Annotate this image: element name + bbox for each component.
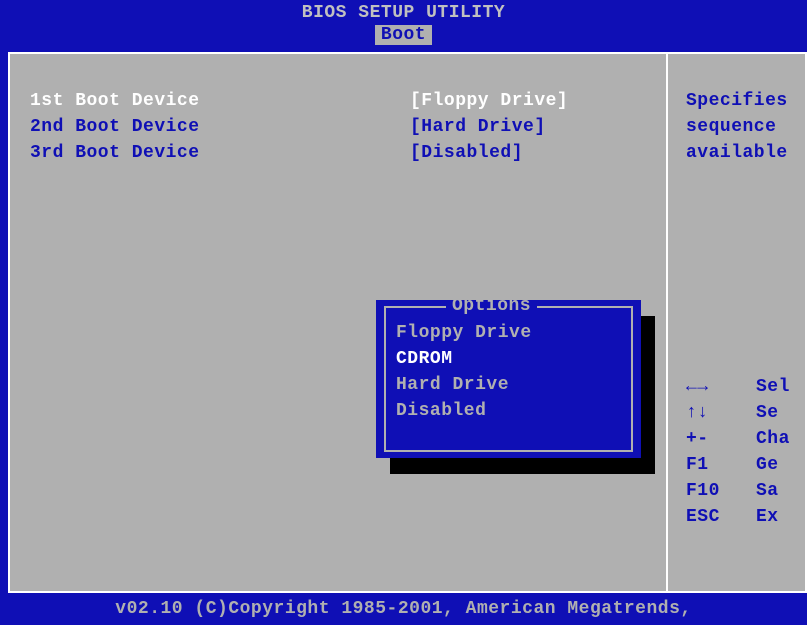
boot-device-1[interactable]: 1st Boot Device [Floppy Drive]	[30, 88, 646, 114]
help-line: sequence	[686, 114, 797, 140]
key-desc: Se	[756, 400, 779, 426]
option-harddrive[interactable]: Hard Drive	[396, 372, 621, 398]
option-cdrom[interactable]: CDROM	[396, 346, 621, 372]
utility-title: BIOS SETUP UTILITY	[0, 3, 807, 23]
key-row: ↑↓ Se	[686, 400, 805, 426]
boot-value: [Floppy Drive]	[410, 88, 568, 114]
boot-device-3[interactable]: 3rd Boot Device [Disabled]	[30, 140, 646, 166]
boot-value: [Disabled]	[410, 140, 523, 166]
options-popup: Options Floppy Drive CDROM Hard Drive Di…	[376, 300, 641, 458]
key-desc: Sa	[756, 478, 779, 504]
help-line: Specifies	[686, 88, 797, 114]
key-desc: Sel	[756, 374, 790, 400]
help-line: available	[686, 140, 797, 166]
key-f1: F1	[686, 452, 756, 478]
help-panel: Specifies sequence available ←→ Sel ↑↓ S…	[668, 52, 807, 593]
key-help: ←→ Sel ↑↓ Se +- Cha F1 Ge F10 Sa	[686, 374, 805, 530]
boot-value: [Hard Drive]	[410, 114, 546, 140]
key-plusminus-icon: +-	[686, 426, 756, 452]
option-floppy[interactable]: Floppy Drive	[396, 320, 621, 346]
boot-label: 3rd Boot Device	[30, 140, 410, 166]
tab-boot[interactable]: Boot	[375, 25, 432, 45]
key-desc: Ge	[756, 452, 779, 478]
key-f10: F10	[686, 478, 756, 504]
key-arrows-lr-icon: ←→	[686, 374, 756, 400]
header: BIOS SETUP UTILITY Boot	[0, 0, 807, 48]
settings-panel: 1st Boot Device [Floppy Drive] 2nd Boot …	[8, 52, 668, 593]
boot-label: 1st Boot Device	[30, 88, 410, 114]
key-row: +- Cha	[686, 426, 805, 452]
boot-label: 2nd Boot Device	[30, 114, 410, 140]
key-arrows-ud-icon: ↑↓	[686, 400, 756, 426]
popup-title: Options	[446, 300, 537, 316]
key-row: ESC Ex	[686, 504, 805, 530]
key-row: F1 Ge	[686, 452, 805, 478]
key-esc: ESC	[686, 504, 756, 530]
key-desc: Ex	[756, 504, 779, 530]
option-disabled[interactable]: Disabled	[396, 398, 621, 424]
footer-copyright: v02.10 (C)Copyright 1985-2001, American …	[0, 595, 807, 625]
boot-device-2[interactable]: 2nd Boot Device [Hard Drive]	[30, 114, 646, 140]
key-row: F10 Sa	[686, 478, 805, 504]
key-row: ←→ Sel	[686, 374, 805, 400]
key-desc: Cha	[756, 426, 790, 452]
